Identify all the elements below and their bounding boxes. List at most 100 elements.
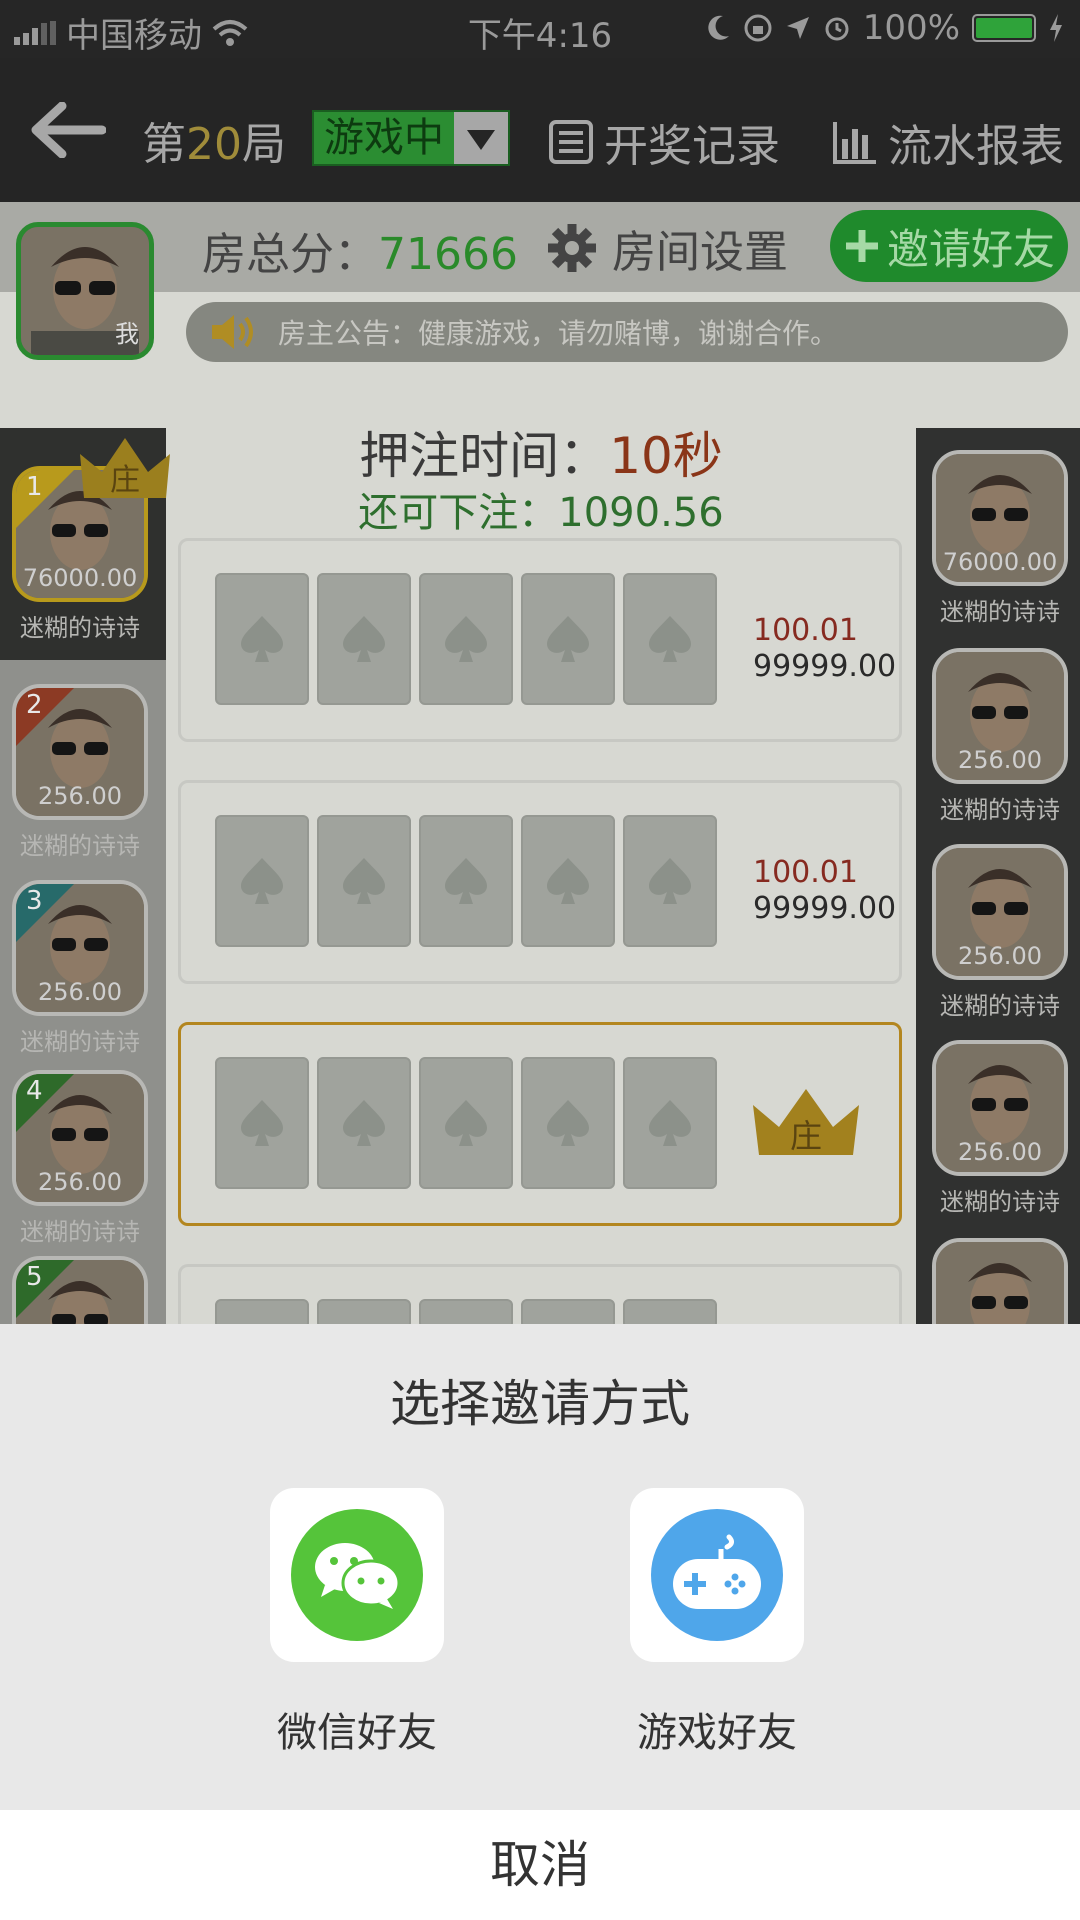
bet-row-2[interactable]: 100.01 99999.00 [178,780,902,984]
crown-icon: 庄 [80,438,170,498]
card-back [521,1057,615,1189]
right-player-4[interactable]: 256.00 迷糊的诗诗 [932,1040,1068,1217]
card-back [317,815,411,947]
location-icon [786,17,809,39]
wechat-label: 微信好友 [277,1710,437,1756]
spade-icon [445,616,487,662]
game-header: 第20局 游戏中 开奖记录 流水报表 [0,58,1080,202]
spade-icon [343,1100,385,1146]
rotation-lock-icon [744,14,772,42]
card-back [419,1057,513,1189]
right-player-2[interactable]: 256.00 迷糊的诗诗 [932,648,1068,825]
gamepad-icon [673,1534,761,1609]
banker-crown-icon: 庄 [753,1089,859,1155]
spade-icon [343,858,385,904]
announcement-text: 房主公告：健康游戏，请勿赌博，谢谢合作。 [278,317,839,350]
report-label: 流水报表 [888,121,1064,172]
battery-percent: 100% [862,8,960,48]
spade-icon [649,1100,691,1146]
me-tag: 我 [115,320,139,348]
bet-timer: 押注时间：10秒 [166,416,916,488]
player-name: 迷糊的诗诗 [940,992,1060,1020]
invite-label: 邀请好友 [886,224,1055,274]
spade-icon [343,616,385,662]
player-name: 迷糊的诗诗 [20,1218,140,1246]
svg-text:庄: 庄 [110,463,140,498]
player-name: 迷糊的诗诗 [940,796,1060,824]
game-state-label: 游戏中 [314,112,454,164]
game-state-dropdown[interactable]: 游戏中 [312,110,510,166]
card-back [623,573,717,705]
player-amount: 76000.00 [22,564,138,592]
room-settings-button[interactable]: 房间设置 [546,216,788,280]
game-friend-invite-option[interactable]: 游戏好友 [630,1488,804,1756]
card-back [521,573,615,705]
row-bet-value: 100.01 [753,855,858,890]
player-amount: 256.00 [958,1138,1042,1166]
left-player-2[interactable]: 2 256.00 迷糊的诗诗 [12,684,148,861]
chevron-down-icon [454,112,508,164]
status-bar: 中国移动 下午4:16 100% [0,0,1080,58]
row-limit-value: 99999.00 [753,891,897,926]
card-back [521,815,615,947]
remaining-bet: 还可下注：1090.56 [358,490,724,536]
card-back [317,1057,411,1189]
player-name: 迷糊的诗诗 [20,832,140,860]
card-back [623,815,717,947]
gear-icon [548,224,596,272]
bar-chart-icon [833,122,876,164]
player-amount: 256.00 [958,746,1042,774]
invite-friends-button[interactable]: 邀请好友 [830,210,1068,282]
charging-icon [1050,14,1062,42]
bet-time-value: 10秒 [609,427,723,485]
round-indicator: 第20局 [142,108,286,172]
row-values: 100.01 99999.00 [753,855,896,927]
round-number: 20 [186,119,242,170]
player-amount: 256.00 [38,978,122,1006]
room-score-label: 房总分： [202,229,378,280]
player-amount: 256.00 [38,782,122,810]
right-player-3[interactable]: 256.00 迷糊的诗诗 [932,844,1068,1021]
room-score: 房总分：71666 [202,218,518,282]
card-back [419,815,513,947]
speaker-icon [212,315,253,349]
player-name: 迷糊的诗诗 [940,1188,1060,1216]
left-player-3[interactable]: 3 256.00 迷糊的诗诗 [12,880,148,1057]
player-amount: 76000.00 [942,548,1058,576]
spade-icon [445,858,487,904]
my-avatar[interactable]: 我 [16,222,154,360]
battery-icon [972,14,1036,42]
room-score-value: 71666 [378,229,518,280]
wechat-icon [315,1543,401,1609]
wechat-invite-option[interactable]: 微信好友 [270,1488,444,1756]
cancel-button[interactable]: 取消 [0,1810,1080,1920]
bet-row-1[interactable]: 100.01 99999.00 [178,538,902,742]
row-limit-value: 99999.00 [753,649,897,684]
records-button[interactable]: 开奖记录 [548,110,780,174]
spade-icon [547,1100,589,1146]
player-name: 迷糊的诗诗 [20,1028,140,1056]
bet-row-banker[interactable]: 庄 [178,1022,902,1226]
back-arrow-icon[interactable] [30,102,106,158]
bet-time-label: 押注时间： [359,427,610,485]
spade-icon [547,616,589,662]
right-player-1[interactable]: 76000.00 迷糊的诗诗 [932,450,1068,627]
records-label: 开奖记录 [604,121,780,172]
left-player-4[interactable]: 4 256.00 迷糊的诗诗 [12,1070,148,1247]
spade-icon [241,1100,283,1146]
room-settings-label: 房间设置 [612,227,788,278]
moon-icon [708,15,729,40]
player-amount: 256.00 [958,942,1042,970]
spade-icon [241,858,283,904]
spade-icon [649,616,691,662]
report-button[interactable]: 流水报表 [832,110,1064,174]
round-prefix: 第 [142,119,186,170]
player-name: 迷糊的诗诗 [940,598,1060,626]
row-bet-value: 100.01 [753,613,858,648]
spade-icon [241,616,283,662]
svg-text:庄: 庄 [790,1117,822,1155]
row-values: 100.01 99999.00 [753,613,896,685]
alarm-icon [825,17,849,41]
list-icon [549,120,593,164]
spade-icon [649,858,691,904]
